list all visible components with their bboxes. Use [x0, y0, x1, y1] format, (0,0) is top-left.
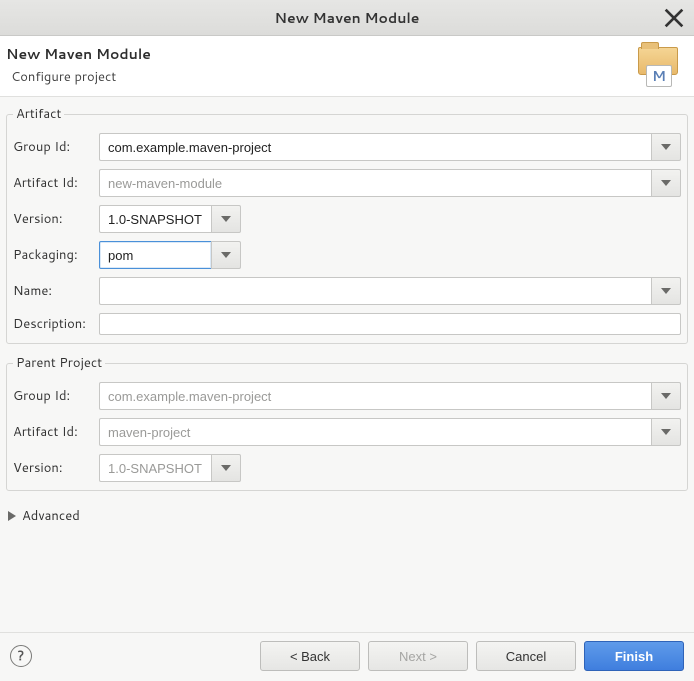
close-icon[interactable]: [664, 8, 684, 28]
label-parent-version: Version:: [13, 459, 99, 477]
wizard-header: New Maven Module Configure project M: [0, 36, 694, 97]
artifact-description-input[interactable]: [99, 313, 681, 335]
artifact-version-input[interactable]: [99, 205, 211, 233]
parent-version-input[interactable]: [99, 454, 211, 482]
parent-legend: Parent Project: [13, 354, 105, 372]
label-version: Version:: [13, 210, 99, 228]
advanced-expander[interactable]: Advanced: [6, 501, 688, 529]
artifact-artifactid-input[interactable]: [99, 169, 651, 197]
parent-group: Parent Project Group Id: Artifact Id:: [6, 354, 688, 491]
titlebar: New Maven Module: [0, 0, 694, 36]
parent-artifactid-input[interactable]: [99, 418, 651, 446]
label-description: Description:: [13, 315, 99, 333]
cancel-button[interactable]: Cancel: [476, 641, 576, 671]
advanced-label: Advanced: [22, 507, 80, 525]
artifact-groupid-input[interactable]: [99, 133, 651, 161]
artifact-packaging-dropdown[interactable]: [211, 241, 241, 269]
label-name: Name:: [13, 282, 99, 300]
artifact-group: Artifact Group Id: Artifact Id:: [6, 105, 688, 344]
window-title: New Maven Module: [275, 8, 420, 28]
artifact-artifactid-dropdown[interactable]: [651, 169, 681, 197]
page-subtitle: Configure project: [11, 68, 151, 86]
parent-groupid-dropdown[interactable]: [651, 382, 681, 410]
parent-artifactid-dropdown[interactable]: [651, 418, 681, 446]
back-button[interactable]: < Back: [260, 641, 360, 671]
maven-folder-icon: M: [634, 45, 682, 85]
artifact-packaging-input[interactable]: [99, 241, 211, 269]
artifact-name-input[interactable]: [99, 277, 651, 305]
label-parent-groupid: Group Id:: [13, 387, 99, 405]
label-packaging: Packaging:: [13, 246, 99, 264]
page-title: New Maven Module: [6, 44, 151, 64]
label-groupid: Group Id:: [13, 138, 99, 156]
artifact-legend: Artifact: [13, 105, 64, 123]
finish-button[interactable]: Finish: [584, 641, 684, 671]
next-button[interactable]: Next >: [368, 641, 468, 671]
parent-version-dropdown[interactable]: [211, 454, 241, 482]
label-artifactid: Artifact Id:: [13, 174, 99, 192]
label-parent-artifactid: Artifact Id:: [13, 423, 99, 441]
artifact-version-dropdown[interactable]: [211, 205, 241, 233]
chevron-right-icon: [8, 511, 16, 521]
artifact-name-dropdown[interactable]: [651, 277, 681, 305]
help-button[interactable]: ?: [10, 645, 32, 667]
parent-groupid-input[interactable]: [99, 382, 651, 410]
wizard-footer: ? < Back Next > Cancel Finish: [0, 632, 694, 681]
artifact-groupid-dropdown[interactable]: [651, 133, 681, 161]
